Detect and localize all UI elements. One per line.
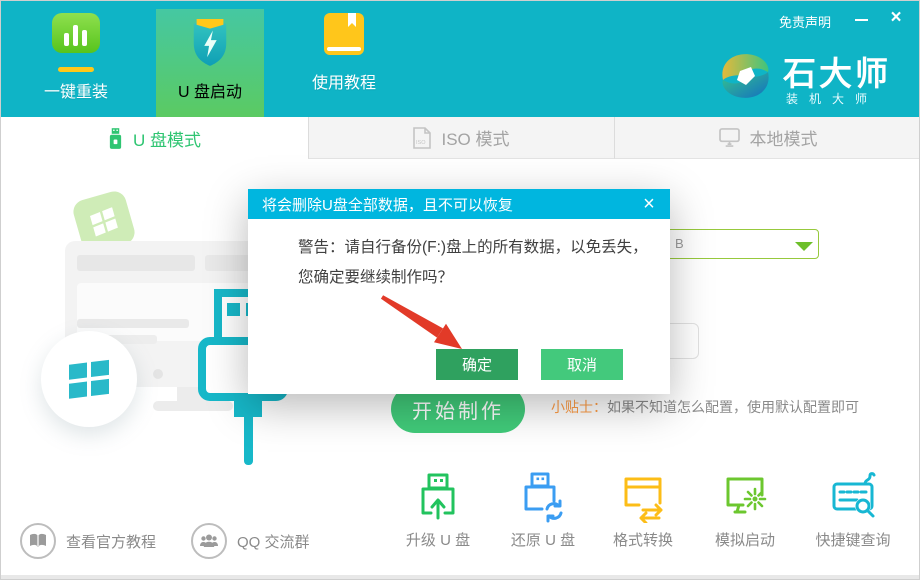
close-button[interactable]: ×: [884, 5, 908, 31]
simulate-boot-icon: [719, 471, 771, 523]
minimize-button[interactable]: [850, 11, 872, 29]
qq-group-link[interactable]: QQ 交流群: [191, 523, 310, 559]
window-bottom-strip: [1, 575, 920, 580]
svg-text:ISO: ISO: [416, 140, 426, 146]
nav-item-usb-boot[interactable]: U 盘启动: [156, 9, 264, 117]
confirm-button[interactable]: 确定: [436, 349, 518, 380]
usb-plug-cable-decor: [244, 415, 253, 465]
windows-logo-badge: [41, 331, 137, 427]
brand-tagline: 装机大师: [786, 90, 878, 107]
tool-simulate-boot[interactable]: 模拟启动: [690, 471, 800, 550]
tab-iso-mode[interactable]: ISO ISO 模式: [308, 117, 614, 159]
nav-item-label: 一键重装: [44, 78, 108, 102]
usb-restore-icon: [517, 471, 569, 523]
tool-label: 格式转换: [613, 529, 673, 550]
tool-label: 升级 U 盘: [406, 529, 470, 550]
shield-bolt-icon: [188, 15, 232, 69]
tool-label: 模拟启动: [715, 529, 775, 550]
tab-label: ISO 模式: [441, 125, 509, 150]
windows-flag-icon: [67, 359, 111, 399]
tool-upgrade-usb[interactable]: 升级 U 盘: [383, 471, 493, 550]
tool-label: 快捷键查询: [815, 529, 890, 550]
iso-file-icon: ISO: [413, 127, 431, 149]
tool-hotkey-query[interactable]: 快捷键查询: [798, 471, 908, 550]
tool-label: 还原 U 盘: [511, 529, 575, 550]
tab-usb-mode[interactable]: U 盘模式: [1, 117, 308, 159]
usb-drive-select-value: B: [675, 236, 684, 251]
dialog-close-icon[interactable]: ×: [634, 189, 664, 219]
nav-underline: [58, 67, 94, 72]
minimize-icon: [855, 19, 868, 21]
usb-plug-neck-decor: [234, 397, 262, 417]
disclaimer-link[interactable]: 免责声明: [779, 12, 831, 31]
delete-warning-dialog: 将会删除U盘全部数据，且不可以恢复 × 警告：请自行备份(F:)盘上的所有数据，…: [248, 189, 670, 394]
tab-label: 本地模式: [750, 125, 818, 150]
tool-format-convert[interactable]: 格式转换: [588, 471, 698, 550]
official-tutorial-link[interactable]: 查看官方教程: [20, 523, 156, 559]
tip-text: 小贴士：如果不知道怎么配置，使用默认配置即可: [551, 397, 859, 417]
usb-upgrade-icon: [412, 471, 464, 523]
dialog-titlebar: 将会删除U盘全部数据，且不可以恢复 ×: [248, 189, 670, 219]
link-label: 查看官方教程: [66, 531, 156, 552]
nav-item-label: 使用教程: [312, 69, 376, 93]
brand-logo-icon: [713, 46, 773, 106]
nav-item-reinstall[interactable]: 一键重装: [19, 13, 133, 117]
nav-item-tutorial[interactable]: 使用教程: [289, 13, 399, 117]
bar-chart-icon: [48, 13, 104, 64]
dialog-message: 警告：请自行备份(F:)盘上的所有数据，以免丢失，您确定要继续制作吗？: [298, 233, 652, 293]
book-icon: [320, 13, 368, 60]
brand-name: 石大师: [783, 47, 891, 95]
usb-drive-icon: [108, 128, 123, 149]
tool-restore-usb[interactable]: 还原 U 盘: [488, 471, 598, 550]
open-book-icon: [20, 523, 56, 559]
monitor-icon: [719, 128, 740, 147]
app-window: 一键重装 U 盘启动 使用教程 石大师 装机大师 免责声明 ×: [0, 0, 920, 580]
mode-tabbar: U 盘模式 ISO ISO 模式 本地模式: [1, 117, 920, 159]
format-convert-icon: [617, 471, 669, 523]
people-group-icon: [191, 523, 227, 559]
tip-label: 小贴士：: [551, 399, 607, 415]
tab-local-mode[interactable]: 本地模式: [614, 117, 920, 159]
monitor-base-decor: [153, 401, 233, 411]
tab-label: U 盘模式: [133, 126, 201, 151]
chevron-down-icon[interactable]: [795, 242, 813, 251]
cancel-button[interactable]: 取消: [541, 349, 623, 380]
nav-item-label: U 盘启动: [178, 78, 242, 102]
link-label: QQ 交流群: [237, 531, 310, 552]
hotkey-search-icon: [827, 471, 879, 523]
dialog-title: 将会删除U盘全部数据，且不可以恢复: [262, 194, 513, 215]
